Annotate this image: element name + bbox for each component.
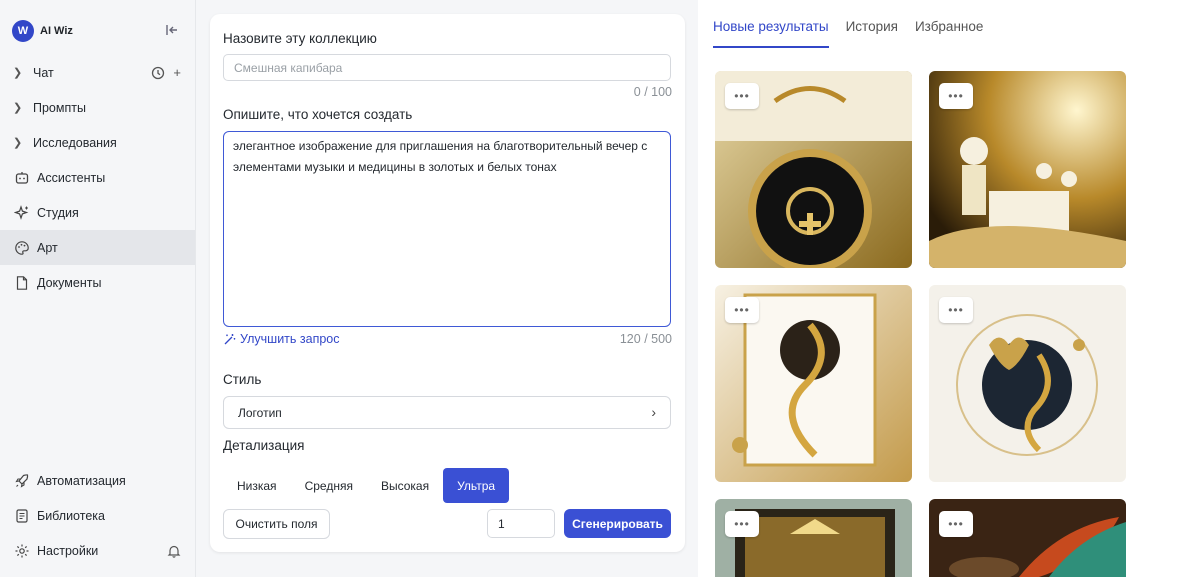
generation-form: Назовите эту коллекцию Смешная капибара … bbox=[210, 14, 685, 552]
results-tabs: Новые результаты История Избранное bbox=[713, 0, 983, 48]
more-options-button[interactable]: ••• bbox=[939, 83, 973, 109]
sidebar-item-label: Промпты bbox=[33, 100, 86, 115]
more-options-button[interactable]: ••• bbox=[939, 297, 973, 323]
result-image[interactable]: ••• bbox=[929, 285, 1126, 482]
sidebar-item-label: Чат bbox=[33, 65, 54, 80]
chevron-right-icon: ❯ bbox=[13, 137, 23, 149]
sidebar-item-label: Исследования bbox=[33, 135, 117, 150]
rocket-icon bbox=[13, 472, 31, 490]
result-image[interactable]: ••• bbox=[929, 71, 1126, 268]
detail-segmented-control: Низкая Средняя Высокая Ультра bbox=[223, 468, 510, 503]
bell-icon[interactable] bbox=[167, 544, 181, 558]
logo-mark: W bbox=[12, 20, 34, 42]
description-char-counter: 120 / 500 bbox=[619, 332, 672, 346]
sidebar-item-label: Автоматизация bbox=[37, 473, 126, 488]
gear-icon bbox=[13, 542, 31, 560]
sidebar: W AI Wiz ❯ Чат + ❯ Промпты ❯ Исследовани… bbox=[0, 0, 196, 577]
tab-new-results[interactable]: Новые результаты bbox=[713, 0, 829, 48]
library-icon bbox=[13, 507, 31, 525]
app-name: AI Wiz bbox=[40, 25, 73, 37]
detail-option-high[interactable]: Высокая bbox=[367, 468, 443, 503]
sidebar-item-settings[interactable]: Настройки bbox=[0, 533, 195, 568]
sidebar-item-label: Документы bbox=[37, 275, 102, 290]
sidebar-item-label: Ассистенты bbox=[37, 170, 106, 185]
chevron-right-icon: › bbox=[651, 404, 656, 420]
sidebar-item-label: Арт bbox=[37, 240, 58, 255]
name-char-counter: 0 / 100 bbox=[633, 85, 672, 99]
chevron-right-icon: ❯ bbox=[13, 102, 23, 114]
sparkle-icon bbox=[13, 204, 31, 222]
detail-option-medium[interactable]: Средняя bbox=[291, 468, 367, 503]
palette-icon bbox=[13, 239, 31, 257]
collection-name-input[interactable]: Смешная капибара bbox=[223, 54, 671, 81]
collapse-sidebar-icon[interactable] bbox=[164, 22, 180, 38]
style-select[interactable]: Логотип › bbox=[223, 396, 671, 429]
magic-wand-icon bbox=[224, 333, 236, 344]
results-panel: Новые результаты История Избранное ••• •… bbox=[698, 0, 1200, 577]
sidebar-item-studio[interactable]: Студия bbox=[0, 195, 195, 230]
detail-label: Детализация bbox=[223, 438, 305, 453]
sidebar-item-chat[interactable]: ❯ Чат + bbox=[0, 55, 195, 90]
result-image[interactable]: ••• bbox=[715, 71, 912, 268]
detail-option-low[interactable]: Низкая bbox=[223, 468, 291, 503]
detail-option-ultra[interactable]: Ультра bbox=[443, 468, 510, 503]
logo[interactable]: W AI Wiz bbox=[12, 20, 184, 42]
quantity-input[interactable]: 1 bbox=[487, 509, 555, 538]
sidebar-item-label: Студия bbox=[37, 205, 79, 220]
collection-name-label: Назовите эту коллекцию bbox=[223, 31, 377, 46]
sidebar-item-automation[interactable]: Автоматизация bbox=[0, 463, 195, 498]
tab-history[interactable]: История bbox=[846, 0, 898, 48]
improve-prompt-label: Улучшить запрос bbox=[240, 332, 340, 346]
more-options-button[interactable]: ••• bbox=[725, 297, 759, 323]
more-options-button[interactable]: ••• bbox=[725, 511, 759, 537]
sidebar-item-library[interactable]: Библиотека bbox=[0, 498, 195, 533]
result-image[interactable]: ••• bbox=[929, 499, 1126, 577]
sidebar-item-prompts[interactable]: ❯ Промпты bbox=[0, 90, 195, 125]
style-value: Логотип bbox=[238, 406, 282, 420]
description-label: Опишите, что хочется создать bbox=[223, 107, 413, 122]
sidebar-item-label: Библиотека bbox=[37, 508, 105, 523]
more-options-button[interactable]: ••• bbox=[725, 83, 759, 109]
sidebar-item-documents[interactable]: Документы bbox=[0, 265, 195, 300]
document-icon bbox=[13, 274, 31, 292]
generate-button[interactable]: Сгенерировать bbox=[564, 509, 671, 538]
clear-fields-button[interactable]: Очистить поля bbox=[223, 509, 330, 539]
sidebar-item-research[interactable]: ❯ Исследования bbox=[0, 125, 195, 160]
result-image[interactable]: ••• bbox=[715, 499, 912, 577]
description-textarea[interactable]: элегантное изображение для приглашения н… bbox=[223, 131, 671, 327]
sidebar-item-art[interactable]: Арт bbox=[0, 230, 195, 265]
sidebar-item-label: Настройки bbox=[37, 543, 99, 558]
robot-icon bbox=[13, 169, 31, 187]
chevron-right-icon: ❯ bbox=[13, 67, 23, 79]
improve-prompt-link[interactable]: Улучшить запрос bbox=[223, 332, 340, 346]
result-image[interactable]: ••• bbox=[715, 285, 912, 482]
style-label: Стиль bbox=[223, 372, 262, 387]
more-options-button[interactable]: ••• bbox=[939, 511, 973, 537]
plus-icon[interactable]: + bbox=[173, 65, 181, 80]
sidebar-item-assistants[interactable]: Ассистенты bbox=[0, 160, 195, 195]
tab-favorites[interactable]: Избранное bbox=[915, 0, 983, 48]
history-clock-icon[interactable] bbox=[151, 66, 165, 80]
